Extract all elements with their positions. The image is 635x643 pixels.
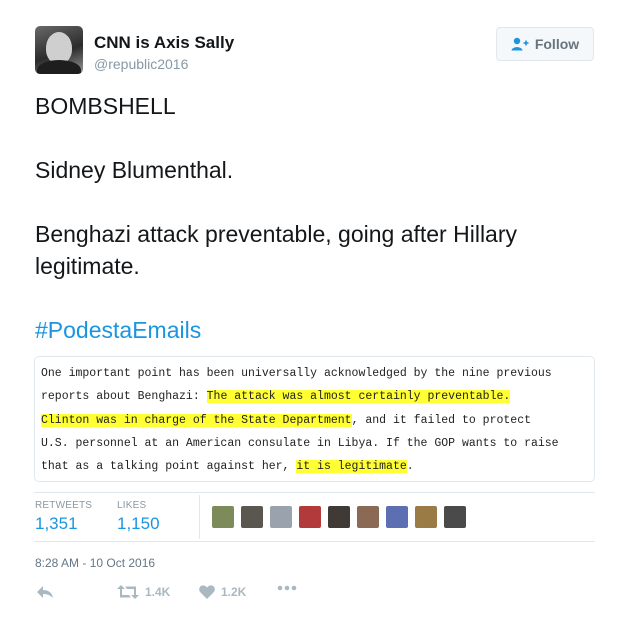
quote-line: that as a talking point against her, it … [41, 460, 414, 474]
avatar[interactable] [35, 26, 83, 74]
avatar-shoulders [37, 60, 81, 74]
retweet-count: 1.4K [145, 585, 171, 599]
quote-line: U.S. personnel at an American consulate … [41, 436, 559, 450]
quote-line: reports about Benghazi: The attack was a… [41, 390, 511, 404]
likes-label: LIKES [117, 500, 147, 511]
follow-label: Follow [534, 36, 580, 52]
liker-avatar[interactable] [415, 506, 437, 528]
like-button[interactable]: 1.2K [199, 585, 246, 599]
quote-line: Clinton was in charge of the State Depar… [41, 413, 531, 427]
quote-line: One important point has been universally… [41, 367, 552, 380]
reply-icon [37, 586, 53, 598]
tweet-line-1: BOMBSHELL [35, 93, 176, 119]
more-button[interactable] [277, 585, 297, 591]
liker-avatar[interactable] [270, 506, 292, 528]
retweets-label: RETWEETS [35, 500, 93, 511]
retweet-button[interactable]: 1.4K [117, 585, 170, 599]
tweet-line-2: Sidney Blumenthal. [35, 157, 234, 183]
display-name[interactable]: CNN is Axis Sally [94, 33, 234, 53]
highlight: Clinton was in charge of the State Depar… [41, 413, 352, 427]
likes-count[interactable]: 1,150 [117, 514, 160, 534]
reply-button[interactable] [36, 585, 54, 599]
retweet-icon [117, 585, 139, 599]
liker-avatar[interactable] [386, 506, 408, 528]
liker-avatar[interactable] [212, 506, 234, 528]
follow-person-icon [511, 37, 529, 51]
liker-avatar[interactable] [357, 506, 379, 528]
follow-button[interactable]: Follow [496, 27, 594, 61]
liker-avatar[interactable] [299, 506, 321, 528]
tweet-line-3: Benghazi attack preventable, going after… [35, 221, 518, 279]
hashtag-link[interactable]: #PodestaEmails [35, 314, 605, 346]
like-count: 1.2K [221, 585, 247, 599]
retweets-count[interactable]: 1,351 [35, 514, 78, 534]
highlight: it is legitimate [296, 460, 407, 474]
liker-avatar[interactable] [444, 506, 466, 528]
divider [34, 541, 595, 542]
more-icon [277, 585, 297, 591]
divider [34, 492, 595, 493]
liker-avatar[interactable] [241, 506, 263, 528]
heart-icon [199, 585, 215, 599]
user-handle[interactable]: @republic2016 [94, 56, 188, 72]
stats-separator [199, 495, 200, 539]
timestamp[interactable]: 8:28 AM - 10 Oct 2016 [35, 556, 155, 570]
quoted-text-image[interactable]: One important point has been universally… [34, 356, 595, 482]
liker-avatar[interactable] [328, 506, 350, 528]
highlight: The attack was almost certainly preventa… [206, 390, 511, 404]
